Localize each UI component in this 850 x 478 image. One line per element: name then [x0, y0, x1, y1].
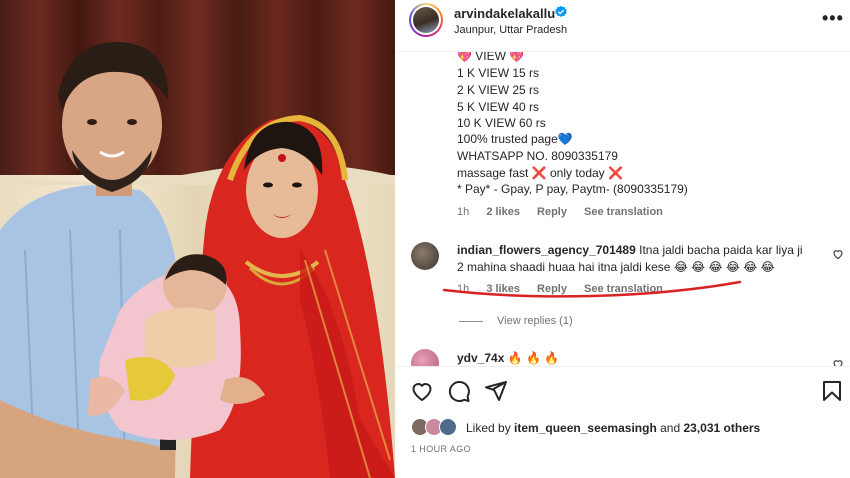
liked-by-and: and — [660, 421, 681, 435]
caption-time: 1h — [457, 206, 470, 218]
share-icon[interactable] — [484, 379, 508, 403]
comment-text-2: 2 mahina shaadi huaa hai itna jaldi kese… — [457, 260, 775, 274]
caption-line: * Pay* - Gpay, P pay, Paytm- (8090335179… — [457, 182, 688, 196]
verified-icon — [555, 5, 567, 17]
commenter-avatar[interactable] — [411, 349, 439, 366]
commenter-username[interactable]: indian_flowers_agency_701489 — [457, 243, 636, 257]
caption-reply-button[interactable]: Reply — [537, 206, 567, 218]
post-timestamp[interactable]: 1 HOUR AGO — [411, 444, 471, 454]
comments-list[interactable]: 💖 VIEW 💖 1 K VIEW 15 rs 2 K VIEW 25 rs 5… — [396, 52, 850, 366]
comment-text-1: Itna jaldi bacha paida kar liya ji — [639, 243, 803, 257]
comment-icon[interactable] — [447, 379, 471, 403]
author-avatar[interactable] — [409, 3, 443, 37]
likes-others-count[interactable]: 23,031 others — [684, 421, 761, 435]
caption-line: 10 K VIEW 60 rs — [457, 116, 546, 130]
view-replies-dash — [459, 320, 483, 322]
comment-like-icon[interactable] — [832, 248, 844, 260]
commenter-username[interactable]: ydv_74x — [457, 351, 504, 365]
caption-line: massage fast ❌ only today ❌ — [457, 166, 623, 180]
heart-icon[interactable] — [410, 379, 434, 403]
caption-line: 100% trusted page💙 — [457, 132, 573, 146]
avatar — [439, 418, 457, 436]
liked-by-avatars[interactable] — [411, 418, 463, 438]
likes-summary: Liked by item_queen_seemasingh and 23,03… — [466, 421, 760, 435]
more-icon[interactable]: ••• — [822, 8, 844, 29]
caption-likes[interactable]: 2 likes — [486, 206, 520, 218]
comment-line-1: indian_flowers_agency_701489 Itna jaldi … — [457, 243, 803, 257]
commenter-avatar[interactable] — [411, 242, 439, 270]
caption-line: 💖 VIEW 💖 — [457, 52, 525, 63]
author-username[interactable]: arvindakelakallu — [454, 6, 555, 21]
comment-line-1: ydv_74x 🔥 🔥 🔥 — [457, 351, 559, 365]
caption-line: 1 K VIEW 15 rs — [457, 66, 540, 80]
liked-by-prefix: Liked by — [466, 421, 511, 435]
family-photo-illustration — [0, 0, 395, 478]
caption-translate-button[interactable]: See translation — [584, 206, 663, 218]
post-details-panel: arvindakelakallu Jaunpur, Uttar Pradesh … — [396, 0, 850, 478]
comment-like-icon[interactable] — [832, 358, 844, 366]
comment-text: 🔥 🔥 🔥 — [507, 351, 560, 365]
post-header: arvindakelakallu Jaunpur, Uttar Pradesh … — [396, 0, 850, 52]
liked-by-user[interactable]: item_queen_seemasingh — [514, 421, 657, 435]
caption-line: WHATSAPP NO. 8090335179 — [457, 149, 618, 163]
post-location[interactable]: Jaunpur, Uttar Pradesh — [454, 24, 567, 36]
caption-meta: 1h 2 likes Reply See translation — [457, 206, 677, 218]
view-replies-button[interactable]: View replies (1) — [459, 315, 573, 327]
caption-line: 5 K VIEW 40 rs — [457, 100, 540, 114]
caption-line: 2 K VIEW 25 rs — [457, 83, 540, 97]
bookmark-icon[interactable] — [820, 379, 844, 403]
view-replies-label: View replies (1) — [497, 315, 573, 327]
post-actions: Liked by item_queen_seemasingh and 23,03… — [396, 366, 850, 478]
post-photo[interactable] — [0, 0, 395, 478]
red-underline-annotation — [442, 280, 742, 298]
